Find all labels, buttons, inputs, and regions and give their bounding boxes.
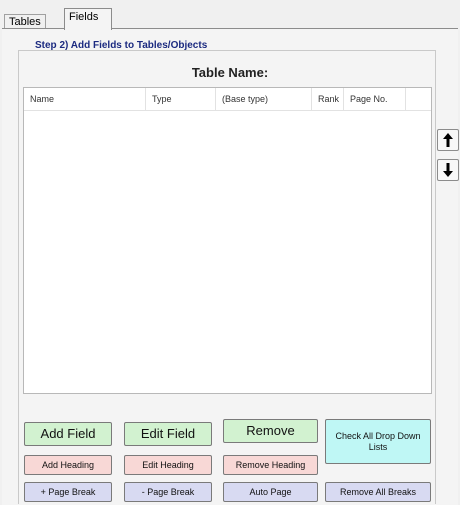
remove-all-breaks-button[interactable]: Remove All Breaks [325,482,431,502]
tab-strip: Tables Fields [0,0,460,30]
check-all-drop-down-lists-button[interactable]: Check All Drop Down Lists [325,419,431,464]
tab-tables[interactable]: Tables [4,14,46,28]
add-heading-button[interactable]: Add Heading [24,455,112,475]
list-header: Name Type (Base type) Rank Page No. [24,88,431,111]
arrow-up-icon [443,133,453,147]
auto-page-button[interactable]: Auto Page [223,482,318,502]
fields-list[interactable]: Name Type (Base type) Rank Page No. [23,87,432,394]
remove-field-button[interactable]: Remove [223,419,318,443]
remove-heading-button[interactable]: Remove Heading [223,455,318,475]
step-title: Step 2) Add Fields to Tables/Objects [35,40,208,51]
move-up-button[interactable] [437,129,459,151]
table-name-label: Table Name: [191,65,269,80]
column-header-base-type[interactable]: (Base type) [216,88,312,110]
move-down-button[interactable] [437,159,459,181]
remove-page-break-button[interactable]: - Page Break [124,482,212,502]
edit-heading-button[interactable]: Edit Heading [124,455,212,475]
column-header-rank[interactable]: Rank [312,88,344,110]
add-page-break-button[interactable]: + Page Break [24,482,112,502]
arrow-down-icon [443,163,453,177]
add-field-button[interactable]: Add Field [24,422,112,446]
column-header-name[interactable]: Name [24,88,146,110]
column-header-page-no[interactable]: Page No. [344,88,406,110]
tab-fields[interactable]: Fields [64,8,112,30]
column-header-type[interactable]: Type [146,88,216,110]
edit-field-button[interactable]: Edit Field [124,422,212,446]
